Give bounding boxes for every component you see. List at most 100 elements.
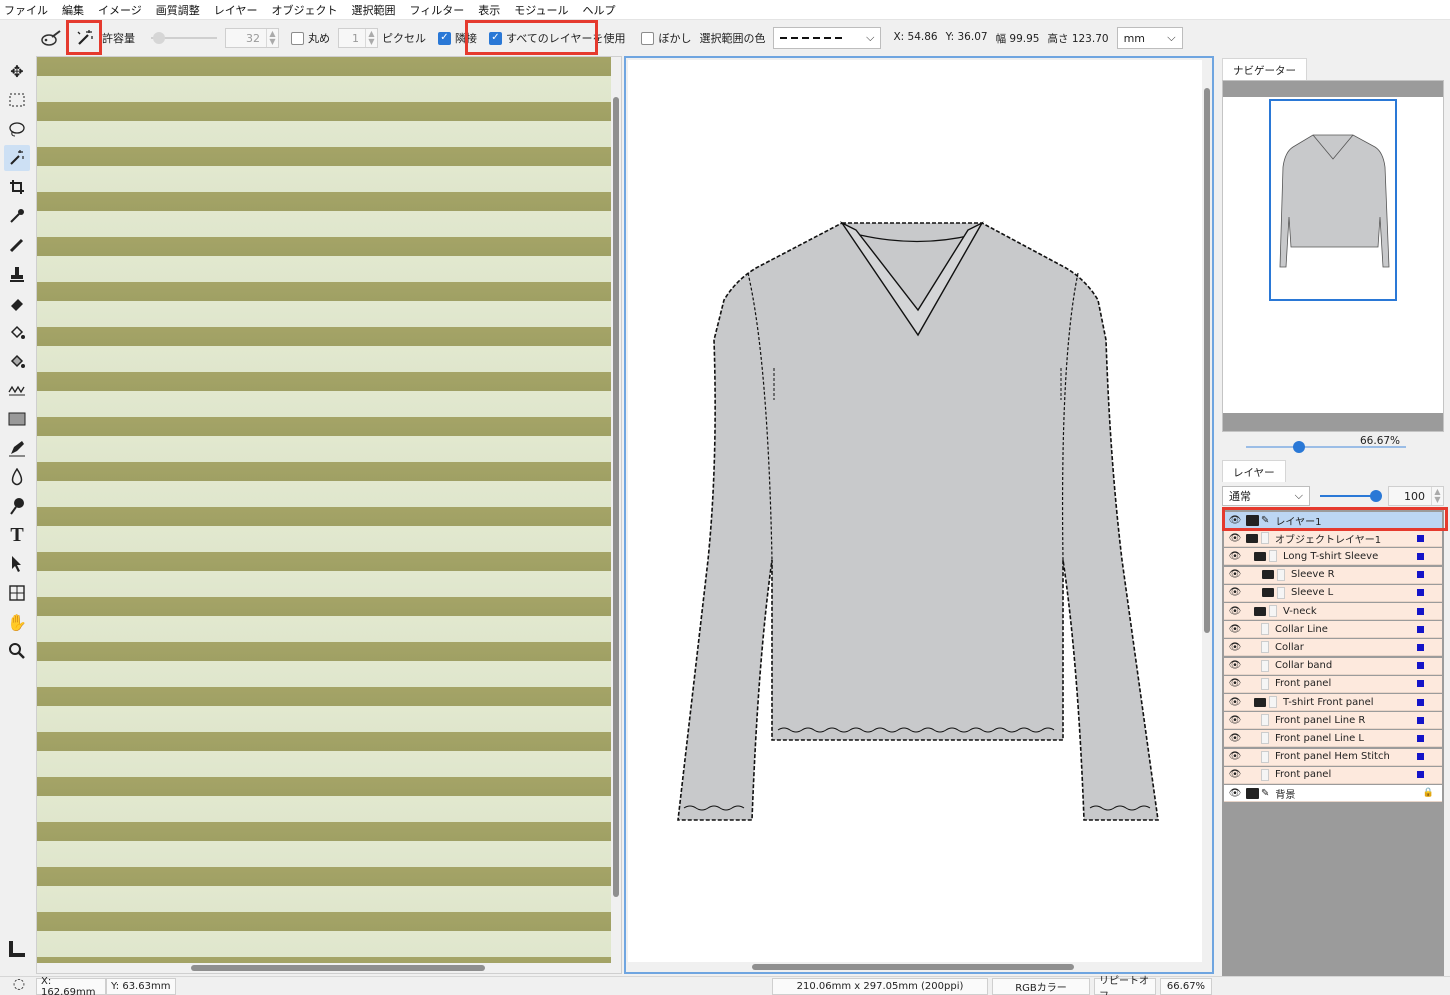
design-canvas[interactable] [624,56,1214,974]
menu-adjust[interactable]: 画質調整 [156,2,200,18]
visibility-eye-icon[interactable]: 👁 [1228,769,1242,780]
layer-row[interactable]: 👁 Sleeve R [1224,566,1442,584]
layer-color-swatch[interactable] [1417,643,1424,651]
layer-row[interactable]: 👁 Sleeve L [1224,584,1442,602]
layer-row[interactable]: 👁 オブジェクトレイヤー1 [1224,530,1442,548]
menu-view[interactable]: 表示 [478,2,500,18]
layer-color-swatch[interactable] [1417,771,1424,779]
ruler-icon[interactable] [4,936,30,962]
vertical-scrollbar[interactable] [1204,88,1210,633]
layer-row[interactable]: 👁 T-shirt Front panel [1224,694,1442,711]
folder-icon[interactable] [1254,551,1266,561]
menu-module[interactable]: モジュール [514,2,568,18]
visibility-eye-icon[interactable]: 👁 [1228,697,1242,708]
layer-color-swatch[interactable] [1417,716,1424,724]
zoom-tool-icon[interactable] [4,638,30,664]
unit-dropdown[interactable]: mm ⌵ [1116,27,1183,49]
layer-row[interactable]: 👁 Front panel [1224,675,1442,693]
layer-color-swatch[interactable] [1417,734,1424,742]
folder-icon[interactable] [1254,697,1266,707]
brush-tool-icon[interactable] [4,232,30,258]
status-color-mode[interactable]: RGBカラー [992,978,1090,995]
rectangle-tool-icon[interactable] [4,406,30,432]
vertical-scrollbar[interactable] [613,97,619,897]
visibility-eye-icon[interactable]: 👁 [1228,551,1242,562]
layer-color-swatch[interactable] [1417,625,1424,633]
pointer-tool-icon[interactable] [4,551,30,577]
visibility-eye-icon[interactable]: 👁 [1228,660,1242,671]
contiguous-checkbox[interactable]: ✓ [438,31,451,45]
visibility-eye-icon[interactable]: 👁 [1228,678,1242,689]
folder-icon[interactable] [1254,606,1266,616]
wave-tool-icon[interactable] [4,377,30,403]
layer-row[interactable]: 👁 Collar band [1224,657,1442,675]
fill-tool-icon[interactable] [4,319,30,345]
blur-checkbox[interactable] [641,31,655,45]
pattern-canvas[interactable] [36,56,622,974]
menu-file[interactable]: ファイル [4,2,48,18]
layer-row[interactable]: 👁 V-neck [1224,603,1442,620]
eyedropper-tool-icon[interactable] [4,203,30,229]
layer-color-swatch[interactable] [1417,753,1424,761]
pen-tool-icon[interactable] [4,435,30,461]
magic-wand-tool-icon[interactable] [4,145,30,171]
layer-row[interactable]: 👁 Front panel Line L [1224,730,1442,748]
layer-row[interactable]: 👁 Collar Line [1224,621,1442,639]
tolerance-spinner[interactable]: 32 ▲ ▼ [225,28,279,48]
text-tool-icon[interactable]: T [4,522,30,548]
layer-row[interactable]: 👁 ✎ 背景 🔒 [1224,785,1442,802]
horizontal-scrollbar[interactable] [752,964,1074,970]
gradient-fill-tool-icon[interactable] [4,348,30,374]
status-repeat[interactable]: リピートオフ [1094,976,1156,995]
smooth-option[interactable]: 丸め [291,30,330,46]
tab-layers[interactable]: レイヤー [1222,460,1286,482]
rect-select-tool-icon[interactable] [4,87,30,113]
smooth-spinner[interactable]: 1 ▲ ▼ [338,28,378,48]
opacity-spinner[interactable]: 100 ▲ ▼ [1388,486,1444,506]
menu-object[interactable]: オブジェクト [271,2,337,18]
crop-tool-icon[interactable] [4,174,30,200]
tab-navigator[interactable]: ナビゲーター [1222,58,1307,80]
layer-row[interactable]: 👁 Front panel Hem Stitch [1224,748,1442,766]
eraser-tool-icon[interactable] [4,290,30,316]
layer-color-swatch[interactable] [1417,607,1424,615]
visibility-eye-icon[interactable]: 👁 [1228,569,1242,580]
navigator-preview[interactable] [1222,80,1444,432]
selection-circle-icon[interactable]: ◌ [6,971,32,995]
menu-select[interactable]: 選択範囲 [351,2,395,18]
visibility-eye-icon[interactable]: 👁 [1228,751,1242,762]
navigator-view-frame[interactable] [1269,99,1397,301]
layer-color-swatch[interactable] [1417,571,1424,579]
lasso-tool-icon[interactable] [4,116,30,142]
visibility-eye-icon[interactable]: 👁 [1228,587,1242,598]
menu-edit[interactable]: 編集 [62,2,84,18]
drop-tool-icon[interactable] [4,464,30,490]
layer-color-swatch[interactable] [1417,662,1424,670]
move-tool-icon[interactable]: ✥ [4,58,30,84]
menu-help[interactable]: ヘルプ [582,2,615,18]
layer-color-swatch[interactable] [1417,680,1424,688]
visibility-eye-icon[interactable]: 👁 [1228,788,1242,799]
layer-row[interactable]: 👁 Front panel [1224,766,1442,784]
stamp-tool-icon[interactable] [4,261,30,287]
tool-preset-icon[interactable] [38,25,64,51]
layer-color-swatch[interactable] [1417,698,1424,706]
visibility-eye-icon[interactable]: 👁 [1228,606,1242,617]
hand-tool-icon[interactable]: ✋ [4,609,30,635]
layer-color-swatch[interactable] [1417,534,1424,542]
folder-icon[interactable] [1246,533,1258,543]
transform-tool-icon[interactable] [4,580,30,606]
dodge-tool-icon[interactable] [4,493,30,519]
visibility-eye-icon[interactable]: 👁 [1228,624,1242,635]
layer-row[interactable]: 👁 Collar [1224,639,1442,657]
menu-image[interactable]: イメージ [98,2,142,18]
menu-filter[interactable]: フィルター [409,2,464,18]
tolerance-slider[interactable] [151,31,217,45]
horizontal-scrollbar[interactable] [191,965,485,971]
menu-layer[interactable]: レイヤー [214,2,258,18]
visibility-eye-icon[interactable]: 👁 [1228,642,1242,653]
smooth-checkbox[interactable] [291,31,304,45]
spinner-arrows-icon[interactable]: ▲ ▼ [365,29,377,47]
blend-mode-dropdown[interactable]: 通常 ⌵ [1222,486,1310,506]
spinner-arrows-icon[interactable]: ▲ ▼ [1431,487,1443,505]
